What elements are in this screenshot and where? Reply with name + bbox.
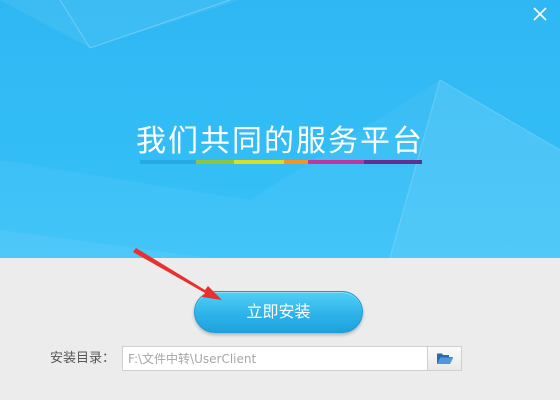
- close-icon: [533, 7, 547, 21]
- installer-window: 我们共同的服务平台 立即安装 安装目录：: [0, 0, 560, 400]
- folder-icon: [437, 353, 453, 364]
- install-now-button[interactable]: 立即安装: [194, 291, 363, 333]
- stripe-segment: [364, 160, 422, 164]
- color-stripe: [140, 160, 422, 164]
- install-directory-label: 安装目录：: [50, 351, 116, 366]
- stripe-segment: [308, 160, 364, 164]
- close-button[interactable]: [530, 4, 550, 24]
- header-banner: 我们共同的服务平台: [0, 0, 560, 258]
- install-directory-input[interactable]: [122, 346, 428, 371]
- stripe-segment: [234, 160, 284, 164]
- stripe-segment: [284, 160, 308, 164]
- slogan-title: 我们共同的服务平台: [136, 124, 424, 159]
- stripe-segment: [140, 160, 196, 164]
- browse-folder-button[interactable]: [428, 346, 462, 371]
- stripe-segment: [196, 160, 234, 164]
